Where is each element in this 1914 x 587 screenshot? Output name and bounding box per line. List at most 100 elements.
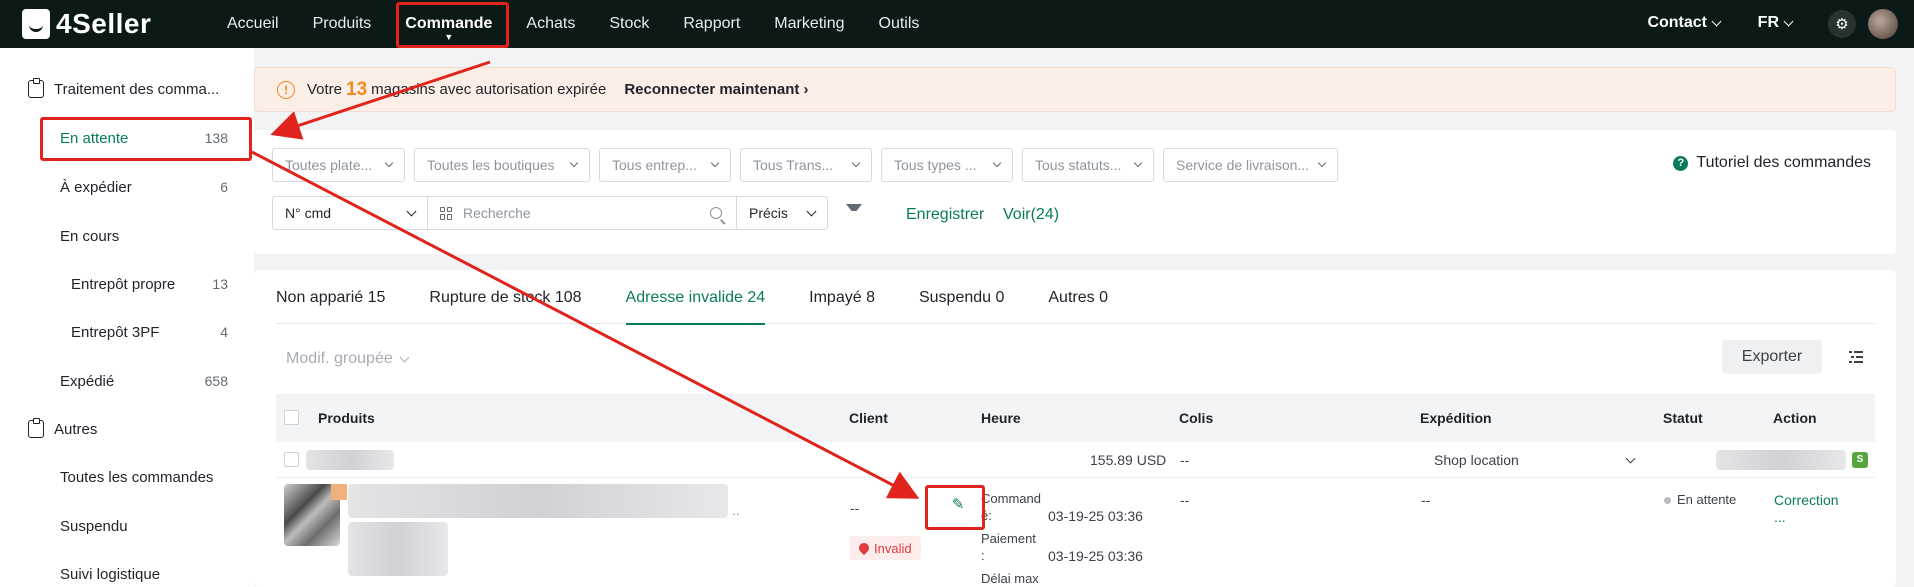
user-avatar[interactable] — [1868, 9, 1898, 39]
invalid-address-badge[interactable]: Invalid — [850, 536, 921, 560]
sidebar-item-en-cours[interactable]: En cours — [40, 216, 240, 256]
blurred-product-details — [348, 522, 448, 576]
location-pin-icon — [856, 540, 872, 556]
delivery-service-select[interactable]: Service de livraison... — [1163, 148, 1338, 182]
sidebar-item-count: 13 — [212, 276, 228, 292]
chevron-down-icon — [399, 352, 410, 362]
select-value: Tous Trans... — [753, 157, 834, 173]
platform-select[interactable]: Toutes plate... — [272, 148, 405, 182]
language-menu[interactable]: FR — [1757, 14, 1794, 32]
order-time-label: Command — [981, 491, 1041, 506]
chevron-down-icon — [1133, 158, 1143, 168]
contact-label: Contact — [1647, 14, 1707, 31]
correction-action[interactable]: Correction — [1774, 492, 1839, 508]
chevron-down-icon — [992, 158, 1002, 168]
chevron-down-icon — [1783, 16, 1794, 26]
more-actions[interactable]: ... — [1774, 509, 1786, 525]
sidebar-item-expedie[interactable]: Expédié 658 — [40, 361, 240, 401]
blurred-product-title — [348, 484, 728, 518]
type-select[interactable]: Tous types ... — [881, 148, 1013, 182]
chevron-down-icon — [406, 206, 417, 216]
view-saved-button[interactable]: Voir(24) — [1003, 206, 1059, 224]
status-select[interactable]: Tous statuts... — [1022, 148, 1154, 182]
sidebar-item-label: À expédier — [60, 178, 132, 196]
search-input[interactable]: Recherche — [428, 196, 737, 230]
nav-rapport[interactable]: Rapport — [666, 0, 757, 48]
tutorial-link[interactable]: ? Tutoriel des commandes — [1673, 154, 1871, 172]
tab-impaye[interactable]: Impayé 8 — [809, 270, 875, 324]
tab-rupture-stock[interactable]: Rupture de stock 108 — [429, 270, 581, 324]
product-ellipsis: .. — [732, 502, 740, 518]
contact-menu[interactable]: Contact — [1647, 14, 1722, 32]
colis-value: -- — [1180, 452, 1190, 468]
shipping-location-select[interactable]: Shop location — [1434, 446, 1636, 474]
nav-stock[interactable]: Stock — [592, 0, 666, 48]
authorization-banner: ! Votre 13 magasins avec autorisation ex… — [254, 67, 1896, 112]
nav-accueil[interactable]: Accueil — [210, 0, 296, 48]
column-settings-icon[interactable] — [1849, 350, 1863, 364]
nav-produits[interactable]: Produits — [296, 0, 389, 48]
table-header: Produits Client Heure Colis Expédition S… — [276, 394, 1875, 442]
bulk-edit-button[interactable]: Modif. groupée — [286, 350, 410, 368]
tab-autres[interactable]: Autres 0 — [1048, 270, 1108, 324]
shop-select[interactable]: Toutes les boutiques — [414, 148, 590, 182]
row-checkbox[interactable] — [284, 452, 299, 467]
warehouse-select[interactable]: Tous entrep... — [599, 148, 731, 182]
sidebar-item-entrepot-3pf[interactable]: Entrepôt 3PF 4 — [50, 312, 240, 352]
product-image-accent — [331, 484, 347, 500]
save-filter-button[interactable]: Enregistrer — [906, 206, 984, 224]
select-value: Précis — [749, 205, 788, 221]
nav-marketing[interactable]: Marketing — [757, 0, 861, 48]
tab-suspendu[interactable]: Suspendu 0 — [919, 270, 1004, 324]
col-statut: Statut — [1663, 410, 1703, 426]
tab-non-apparie[interactable]: Non apparié 15 — [276, 270, 385, 324]
sidebar-item-count: 658 — [204, 373, 228, 389]
sidebar-item-entrepot-propre[interactable]: Entrepôt propre 13 — [50, 264, 240, 304]
bulk-edit-label: Modif. groupée — [286, 350, 393, 367]
tab-adresse-invalide[interactable]: Adresse invalide 24 — [625, 270, 765, 325]
deadline-label: Délai max — [981, 571, 1039, 586]
export-button[interactable]: Exporter — [1722, 340, 1822, 374]
reconnect-link[interactable]: Reconnecter maintenant › — [624, 81, 808, 98]
sidebar-item-label: Toutes les commandes — [60, 468, 214, 486]
sidebar-item-a-expedier[interactable]: À expédier 6 — [40, 167, 240, 207]
search-field-select[interactable]: N° cmd — [272, 196, 428, 230]
sidebar-item-toutes-commandes[interactable]: Toutes les commandes — [40, 457, 240, 497]
chevron-down-icon — [710, 158, 720, 168]
sidebar-item-suivi-logistique[interactable]: Suivi logistique — [40, 554, 240, 587]
status-badge: En attente — [1664, 492, 1736, 507]
edit-address-icon[interactable]: ✎ — [944, 490, 972, 518]
select-value: N° cmd — [285, 205, 332, 221]
sidebar-group-autres[interactable]: Autres — [28, 418, 97, 438]
select-value: Tous statuts... — [1035, 157, 1122, 173]
filter-funnel-icon[interactable] — [846, 204, 862, 219]
nav-commande[interactable]: Commande ▼ — [388, 0, 509, 48]
chevron-down-icon — [384, 158, 394, 168]
select-all-checkbox[interactable] — [284, 410, 299, 425]
search-icon[interactable] — [710, 207, 722, 219]
invalid-label: Invalid — [874, 540, 912, 556]
sidebar-group-order-processing[interactable]: Traitement des comma... — [28, 78, 219, 98]
caret-down-icon: ▼ — [444, 32, 454, 42]
settings-gear-icon[interactable]: ⚙ — [1828, 10, 1856, 38]
app-logo[interactable]: 4Seller — [22, 8, 151, 40]
main-nav: Accueil Produits Commande ▼ Achats Stock … — [210, 0, 936, 48]
language-label: FR — [1757, 14, 1779, 31]
match-mode-select[interactable]: Précis — [737, 196, 828, 230]
chevron-down-icon — [1317, 158, 1327, 168]
top-navbar: 4Seller Accueil Produits Commande ▼ Achat… — [0, 0, 1914, 48]
banner-count: 13 — [346, 78, 368, 100]
nav-achats[interactable]: Achats — [509, 0, 592, 48]
shopify-icon: S — [1852, 452, 1868, 468]
clipboard-icon — [28, 78, 44, 98]
clipboard-icon — [28, 418, 44, 438]
colis-value: -- — [1180, 492, 1190, 508]
sidebar-item-suspendu[interactable]: Suspendu — [40, 506, 240, 546]
sidebar-item-en-attente[interactable]: En attente 138 — [40, 118, 240, 158]
chevron-down-icon — [1711, 16, 1722, 26]
chevron-down-icon — [806, 206, 817, 216]
select-value: Toutes plate... — [285, 157, 373, 173]
help-icon: ? — [1673, 155, 1689, 171]
carrier-select[interactable]: Tous Trans... — [740, 148, 872, 182]
nav-outils[interactable]: Outils — [862, 0, 937, 48]
